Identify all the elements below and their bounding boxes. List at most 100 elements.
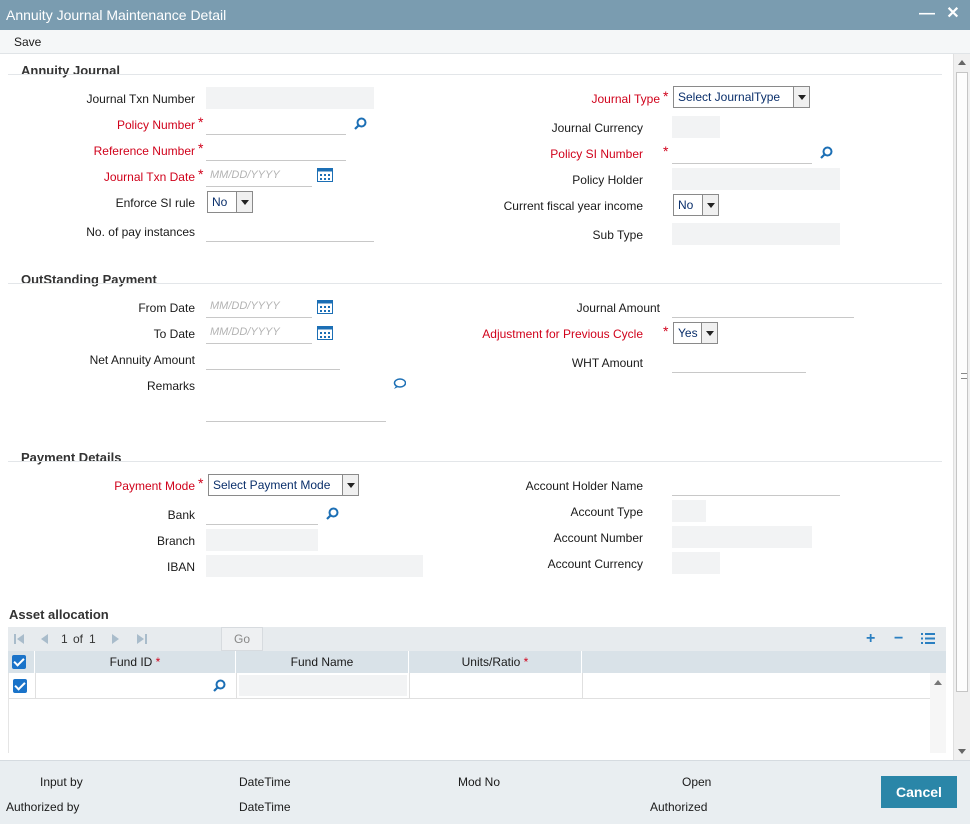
search-icon[interactable] — [820, 146, 833, 159]
cancel-button[interactable]: Cancel — [881, 776, 957, 808]
required-marker: * — [198, 166, 204, 182]
search-icon[interactable] — [326, 507, 339, 520]
scroll-down-icon[interactable] — [958, 749, 966, 754]
add-row-icon[interactable]: + — [866, 630, 875, 648]
scroll-up-icon[interactable] — [934, 680, 942, 685]
close-button[interactable]: ✕ — [944, 5, 962, 23]
last-page-icon[interactable] — [136, 633, 148, 645]
to-date-input[interactable]: MM/DD/YYYY — [206, 322, 312, 344]
audit-footer: Input by DateTime Mod No Open Authorized… — [0, 760, 970, 824]
go-button[interactable]: Go — [221, 627, 263, 651]
fund-name-header-label: Fund Name — [290, 655, 354, 669]
policy-number-input[interactable] — [206, 113, 346, 135]
section-divider — [8, 461, 942, 462]
no-of-pay-instances-label: No. of pay instances — [86, 225, 195, 239]
grid-body — [8, 673, 931, 753]
iban-label: IBAN — [166, 560, 195, 574]
comment-icon[interactable] — [393, 378, 406, 390]
prev-page-icon[interactable] — [38, 633, 50, 645]
grid-scrollbar[interactable] — [930, 673, 946, 753]
next-page-icon[interactable] — [110, 633, 122, 645]
units-ratio-header-label: Units/Ratio — [461, 655, 521, 669]
columns-icon[interactable] — [921, 632, 935, 645]
select-all-cell — [8, 651, 35, 673]
remarks-label: Remarks — [146, 379, 195, 393]
required-marker: * — [198, 475, 204, 491]
first-page-icon[interactable] — [13, 633, 25, 645]
column-header-units-ratio[interactable]: Units/Ratio * — [409, 651, 582, 673]
reference-number-input[interactable] — [206, 139, 346, 161]
adjustment-previous-cycle-select[interactable]: Yes — [673, 322, 718, 344]
calendar-icon[interactable] — [317, 326, 333, 340]
journal-txn-date-input[interactable]: MM/DD/YYYY — [206, 165, 312, 187]
branch-field — [206, 529, 318, 551]
journal-type-select[interactable]: Select JournalType — [673, 86, 810, 108]
enforce-si-rule-value: No — [212, 195, 228, 209]
scroll-up-icon[interactable] — [958, 60, 966, 65]
datetime-label: DateTime — [239, 775, 291, 789]
journal-amount-input[interactable] — [672, 296, 854, 318]
wht-amount-input[interactable] — [672, 351, 806, 373]
account-currency-label: Account Currency — [547, 557, 643, 571]
from-date-input[interactable]: MM/DD/YYYY — [206, 296, 312, 318]
branch-label: Branch — [156, 534, 195, 548]
sub-type-label: Sub Type — [592, 228, 643, 242]
section-divider — [8, 74, 942, 75]
window-titlebar: Annuity Journal Maintenance Detail — ✕ — [0, 0, 970, 30]
search-icon[interactable] — [213, 679, 226, 692]
datetime-label: DateTime — [239, 800, 291, 814]
payment-mode-value: Select Payment Mode — [213, 478, 331, 492]
outstanding-payment-section-title: OutStanding Payment — [21, 272, 157, 287]
calendar-icon[interactable] — [317, 168, 333, 182]
fund-id-cell[interactable] — [36, 673, 237, 699]
journal-currency-label: Journal Currency — [551, 121, 643, 135]
adjustment-previous-cycle-value: Yes — [678, 326, 698, 340]
units-ratio-cell[interactable] — [410, 673, 583, 699]
fund-name-readonly-field — [239, 675, 407, 696]
grip-icon — [961, 373, 967, 379]
net-annuity-amount-input[interactable] — [206, 348, 340, 370]
current-fiscal-year-income-select[interactable]: No — [673, 194, 719, 216]
adjustment-previous-cycle-label: Adjustment for Previous Cycle — [482, 327, 643, 341]
account-currency-field — [672, 552, 720, 574]
authorized-status-label: Authorized — [650, 800, 708, 814]
enforce-si-rule-select[interactable]: No — [207, 191, 253, 213]
column-header-fund-id[interactable]: Fund ID * — [35, 651, 236, 673]
minimize-button[interactable]: — — [918, 5, 936, 23]
date-placeholder: MM/DD/YYYY — [210, 169, 280, 181]
current-page: 1 — [61, 632, 68, 646]
select-all-checkbox[interactable] — [12, 655, 26, 669]
journal-type-value: Select JournalType — [678, 90, 781, 104]
section-divider — [8, 283, 942, 284]
payment-mode-label: Payment Mode — [114, 479, 195, 493]
iban-field — [206, 555, 423, 577]
no-of-pay-instances-input[interactable] — [206, 220, 374, 242]
search-icon[interactable] — [354, 117, 367, 130]
column-header-fund-name[interactable]: Fund Name — [236, 651, 409, 673]
fund-name-cell — [237, 673, 410, 699]
delete-row-icon[interactable]: − — [894, 630, 903, 648]
net-annuity-amount-label: Net Annuity Amount — [89, 353, 195, 367]
policy-number-label: Policy Number — [116, 118, 195, 132]
asset-allocation-section-title: Asset allocation — [9, 607, 109, 622]
column-header-empty — [582, 651, 930, 673]
policy-si-number-input[interactable] — [672, 142, 812, 164]
grid-toolbar: 1 of 1 Go + − — [8, 627, 946, 651]
scrollbar-thumb[interactable] — [956, 72, 968, 692]
required-marker: * — [663, 143, 669, 159]
required-marker: * — [198, 140, 204, 156]
account-type-label: Account Type — [570, 505, 644, 519]
save-menu-item[interactable]: Save — [14, 35, 41, 49]
account-holder-name-input[interactable] — [672, 474, 840, 496]
menubar: Save — [0, 30, 970, 54]
payment-mode-select[interactable]: Select Payment Mode — [208, 474, 359, 496]
calendar-icon[interactable] — [317, 300, 333, 314]
row-checkbox[interactable] — [13, 679, 27, 693]
grid-header: Fund ID * Fund Name Units/Ratio * — [8, 651, 946, 673]
chevron-down-icon — [793, 87, 809, 107]
main-scrollbar[interactable] — [953, 54, 970, 760]
date-placeholder: MM/DD/YYYY — [210, 300, 280, 312]
current-fiscal-year-income-value: No — [678, 198, 694, 212]
remarks-textarea[interactable] — [206, 374, 386, 422]
bank-input[interactable] — [206, 503, 318, 525]
